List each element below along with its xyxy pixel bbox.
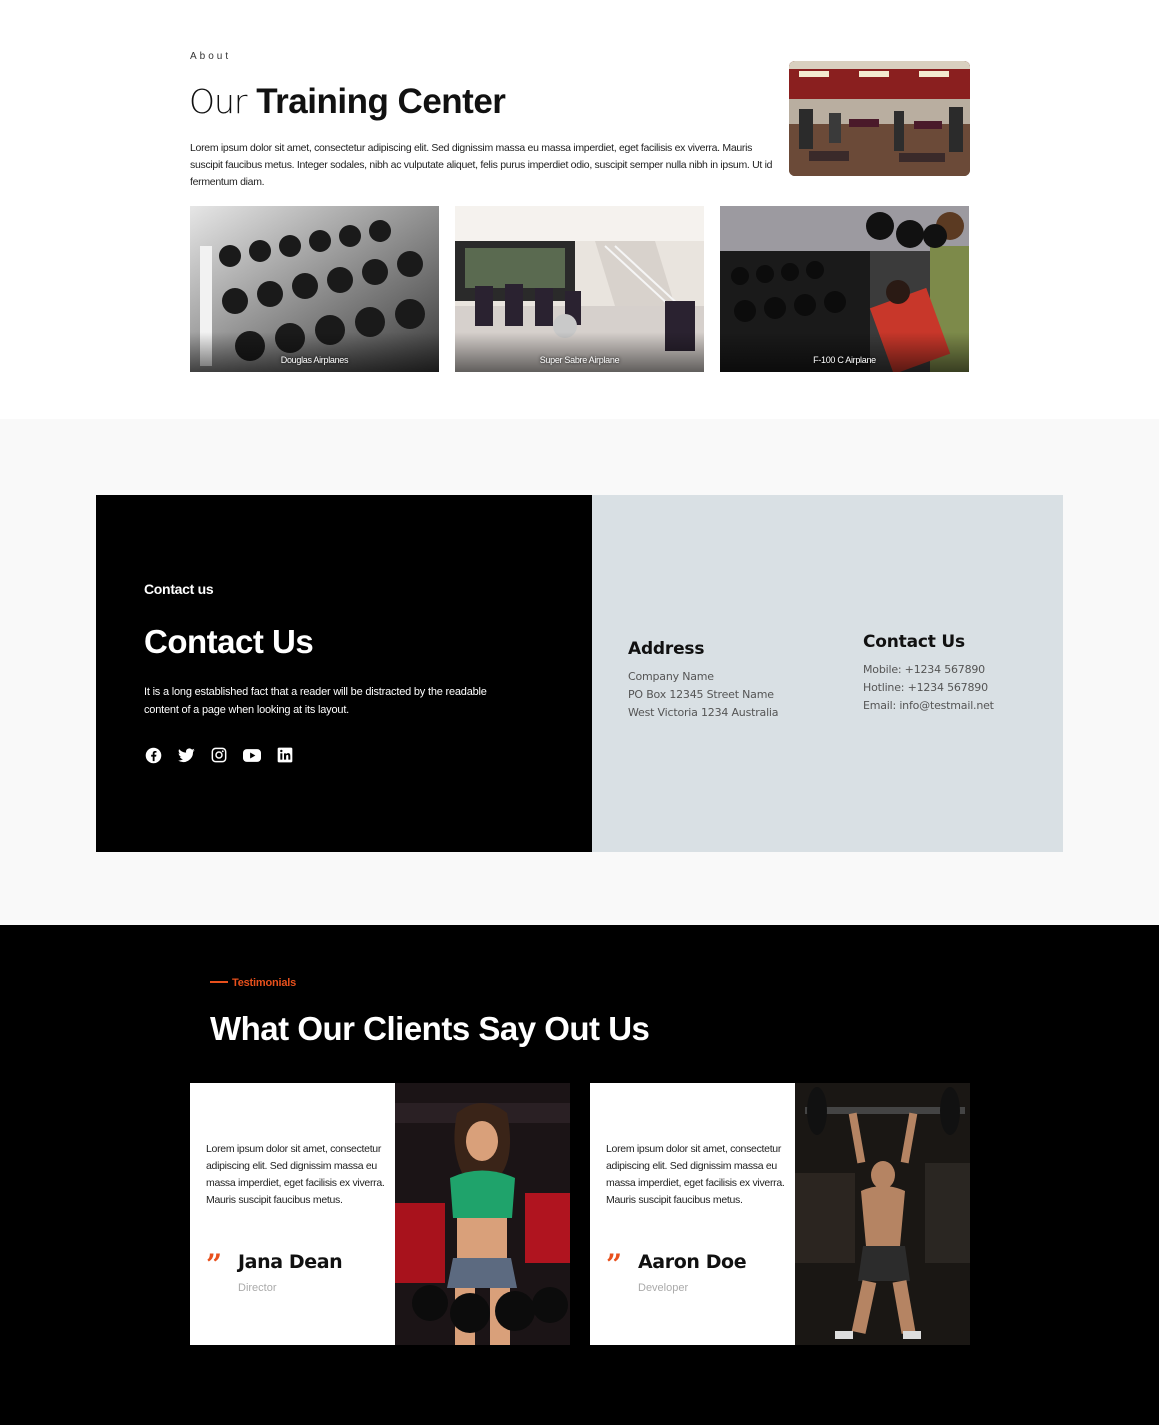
tile-shade	[455, 332, 704, 372]
about-eyebrow: About	[190, 51, 232, 62]
client-photo	[395, 1083, 570, 1345]
contact-details-panel: Address Company Name PO Box 12345 Street…	[592, 495, 1063, 852]
social-links	[144, 746, 294, 764]
gallery-caption: Super Sabre Airplane	[539, 355, 620, 365]
address-line: PO Box 12345 Street Name	[628, 688, 774, 701]
client-role: Developer	[638, 1282, 689, 1294]
instagram-icon[interactable]	[210, 746, 228, 764]
about-title-bold: Training Center	[256, 82, 506, 121]
gallery-tile-dumbbell-rack[interactable]: Douglas Airplanes	[190, 206, 439, 372]
testimonial-text: Lorem ipsum dolor sit amet, consectetur …	[206, 1143, 385, 1206]
testimonials-eyebrow-label: Testimonials	[232, 977, 297, 989]
address-heading: Address	[628, 639, 705, 659]
facebook-icon[interactable]	[144, 746, 162, 764]
linkedin-icon[interactable]	[276, 746, 294, 764]
tile-shade	[190, 332, 439, 372]
gallery-caption: F-100 C Airplane	[813, 355, 876, 365]
contact-eyebrow: Contact us	[144, 581, 214, 597]
contact-intro-panel: Contact us Contact Us It is a long estab…	[96, 495, 592, 852]
gallery-caption: Douglas Airplanes	[280, 355, 349, 365]
address-line: West Victoria 1234 Australia	[628, 706, 779, 719]
client-photo	[795, 1083, 970, 1345]
gallery-tile-trainer[interactable]: F-100 C Airplane	[720, 206, 969, 372]
youtube-icon[interactable]	[243, 746, 261, 764]
testimonials-title: What Our Clients Say Out Us	[210, 1010, 650, 1047]
hotline-number: Hotline: +1234 567890	[863, 681, 988, 694]
quote-icon: ”	[206, 1248, 223, 1281]
gallery-tile-gym-hall[interactable]: Super Sabre Airplane	[455, 206, 704, 372]
eyebrow-dash	[210, 981, 228, 984]
testimonials-section: Testimonials What Our Clients Say Out Us…	[0, 925, 1159, 1425]
contact-title: Contact Us	[144, 623, 314, 660]
mobile-number: Mobile: +1234 567890	[863, 663, 985, 676]
client-name: Aaron Doe	[638, 1251, 747, 1273]
contact-text: It is a long established fact that a rea…	[144, 686, 487, 716]
testimonial-body: Lorem ipsum dolor sit amet, consectetur …	[190, 1083, 395, 1345]
about-title-light: Our	[189, 82, 247, 121]
gym-interior-photo	[789, 61, 970, 176]
tile-shade	[720, 332, 969, 372]
about-title: Our Training Center	[189, 80, 506, 124]
contact-info-heading: Contact Us	[863, 632, 965, 652]
contact-section: Contact us Contact Us It is a long estab…	[0, 419, 1159, 925]
address-line: Company Name	[628, 670, 714, 683]
testimonial-card: Lorem ipsum dolor sit amet, consectetur …	[190, 1083, 570, 1345]
testimonials-eyebrow: Testimonials	[210, 977, 296, 989]
testimonial-body: Lorem ipsum dolor sit amet, consectetur …	[590, 1083, 795, 1345]
quote-icon: ”	[606, 1248, 623, 1281]
contact-info-block: Contact Us Mobile: +1234 567890 Hotline:…	[863, 632, 994, 715]
email-address[interactable]: Email: info@testmail.net	[863, 697, 994, 715]
client-role: Director	[238, 1282, 277, 1294]
twitter-icon[interactable]	[177, 746, 195, 764]
address-block: Address Company Name PO Box 12345 Street…	[628, 639, 779, 722]
testimonial-card: Lorem ipsum dolor sit amet, consectetur …	[590, 1083, 970, 1345]
client-name: Jana Dean	[238, 1251, 343, 1273]
about-section: About Our Training Center Lorem ipsum do…	[0, 0, 1159, 419]
about-text: Lorem ipsum dolor sit amet, consectetur …	[190, 142, 773, 188]
testimonial-text: Lorem ipsum dolor sit amet, consectetur …	[606, 1143, 785, 1206]
